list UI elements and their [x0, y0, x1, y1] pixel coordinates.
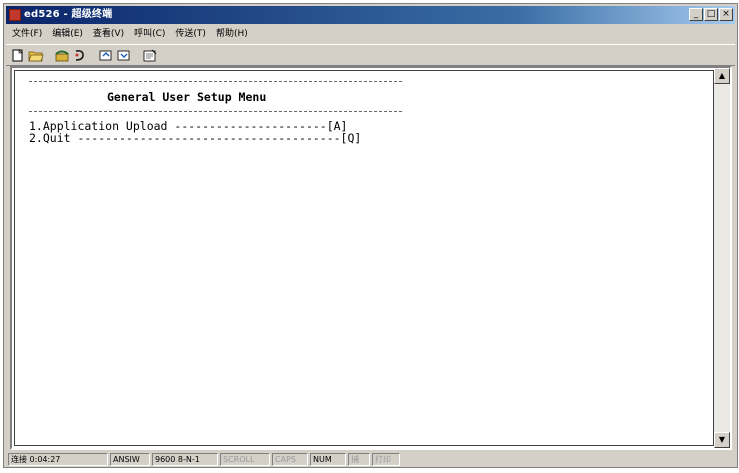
properties-icon[interactable]	[142, 48, 158, 63]
terminal-frame: General User Setup Menu 1.Application Up…	[10, 66, 732, 450]
scroll-up-icon[interactable]: ▲	[714, 68, 730, 84]
menu-bar: 文件(F) 编辑(E) 查看(V) 呼叫(C) 传送(T) 帮助(H)	[6, 26, 735, 42]
hyperterminal-window: ed526 - 超级终端 _ □ × 文件(F) 编辑(E) 查看(V) 呼叫(…	[3, 3, 738, 468]
status-connected-time: 连接 0:04:27	[8, 453, 108, 466]
menu-edit[interactable]: 编辑(E)	[52, 26, 83, 42]
open-folder-icon[interactable]	[28, 48, 44, 63]
app-icon	[9, 9, 21, 21]
maximize-button[interactable]: □	[704, 8, 718, 21]
menu-title: General User Setup Menu	[107, 90, 267, 104]
window-controls: _ □ ×	[689, 8, 733, 21]
toolbar	[6, 44, 735, 66]
status-scroll: SCROLL	[220, 453, 270, 466]
status-num: NUM	[310, 453, 346, 466]
top-divider	[29, 81, 402, 82]
status-caps: CAPS	[272, 453, 308, 466]
send-file-icon[interactable]	[98, 48, 114, 63]
terminal-screen[interactable]: General User Setup Menu 1.Application Up…	[14, 70, 714, 446]
receive-file-icon[interactable]	[116, 48, 132, 63]
menu-view[interactable]: 查看(V)	[93, 26, 124, 42]
status-capture: 捕	[348, 453, 370, 466]
minimize-button[interactable]: _	[689, 8, 703, 21]
menu-file[interactable]: 文件(F)	[12, 26, 42, 42]
menu-item-quit: 2.Quit ---------------------------------…	[29, 131, 362, 145]
close-button[interactable]: ×	[719, 8, 733, 21]
status-emulation: ANSIW	[110, 453, 150, 466]
window-title: ed526 - 超级终端	[24, 9, 113, 20]
title-bar[interactable]: ed526 - 超级终端 _ □ ×	[6, 6, 735, 24]
menu-transfer[interactable]: 传送(T)	[175, 26, 206, 42]
status-print-echo: 打印	[372, 453, 400, 466]
vertical-scrollbar[interactable]: ▲ ▼	[714, 68, 730, 448]
scroll-down-icon[interactable]: ▼	[714, 432, 730, 448]
menu-call[interactable]: 呼叫(C)	[134, 26, 165, 42]
status-bar: 连接 0:04:27 ANSIW 9600 8-N-1 SCROLL CAPS …	[6, 453, 735, 467]
menu-help[interactable]: 帮助(H)	[216, 26, 248, 42]
status-port-settings: 9600 8-N-1	[152, 453, 218, 466]
title-divider	[29, 111, 402, 112]
new-document-icon[interactable]	[10, 48, 26, 63]
phone-connect-icon[interactable]	[54, 48, 70, 63]
disconnect-icon[interactable]	[72, 48, 88, 63]
